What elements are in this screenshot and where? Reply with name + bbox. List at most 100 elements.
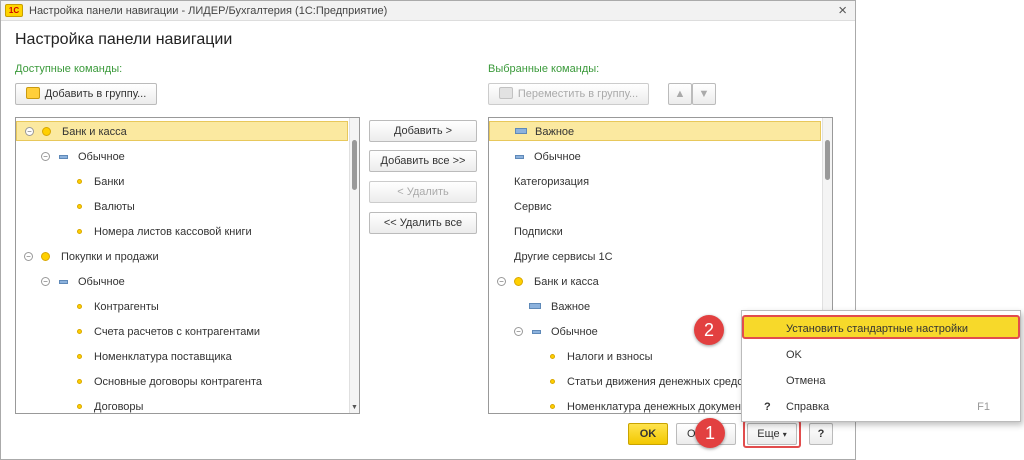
collapse-icon[interactable]: − [514,327,523,336]
add-to-group-icon [25,87,40,99]
move-up-button[interactable]: ▲ [668,83,692,105]
menu-item-help[interactable]: ? Справка F1 [742,395,1020,419]
list-item-label: Подписки [514,226,563,238]
menu-item-cancel[interactable]: Отмена [742,369,1020,393]
move-down-button[interactable]: ▼ [692,83,716,105]
list-item[interactable]: Контрагенты [16,297,348,317]
page-title: Настройка панели навигации [15,31,233,48]
menu-item-label: Установить стандартные настройки [786,323,969,335]
list-item-label: Важное [551,301,591,313]
group-icon [59,280,68,284]
help-button[interactable]: ? [809,423,833,445]
available-commands-list[interactable]: − Банк и касса − Обычное Банки Валюты Но… [15,117,360,414]
list-item[interactable]: Валюты [16,197,348,217]
list-item[interactable]: Номенклатура поставщика [16,347,348,367]
scroll-down-icon[interactable]: ▼ [351,404,358,411]
collapse-icon[interactable]: − [41,277,50,286]
list-item[interactable]: Договоры [16,397,348,413]
menu-item-shortcut: F1 [977,401,990,413]
selected-commands-label: Выбранные команды: [488,63,600,75]
list-item[interactable]: − Покупки и продажи [16,247,348,267]
command-icon [77,354,82,359]
scroll-thumb[interactable] [825,140,830,180]
list-item-label: Счета расчетов с контрагентами [94,326,261,338]
menu-item-label: OK [786,349,802,361]
list-item[interactable]: Номера листов кассовой книги [16,222,348,242]
close-icon[interactable]: × [838,2,847,19]
list-item-label: Банки [94,176,125,188]
list-item-label: Статьи движения денежных средс [567,376,743,388]
more-button[interactable]: Еще ▾ [747,423,797,445]
title-bar: 1С Настройка панели навигации - ЛИДЕР/Бу… [1,1,855,21]
available-scrollbar[interactable]: ▼ [349,118,359,413]
arrow-up-icon: ▲ [674,88,686,100]
list-item-label: Банк и касса [62,126,127,138]
more-label: Еще [757,428,780,440]
list-item-label: Покупки и продажи [61,251,159,263]
collapse-icon[interactable]: − [24,252,33,261]
menu-item-reset-defaults[interactable]: Установить стандартные настройки [742,315,1020,339]
group-icon [515,155,524,159]
list-item[interactable]: Основные договоры контрагента [16,372,348,392]
command-icon [77,329,82,334]
list-item-label: Договоры [94,401,144,413]
move-to-group-icon [498,87,513,99]
annotation-badge-2: 2 [694,315,724,345]
collapse-icon[interactable]: − [497,277,506,286]
important-group-icon [529,303,541,309]
list-item-label: Номенклатура денежных документ [567,401,747,413]
command-icon [77,404,82,409]
list-item-label: Обычное [78,276,125,288]
list-item[interactable]: Важное [489,121,821,141]
list-item[interactable]: Обычное [489,147,821,167]
command-icon [77,379,82,384]
command-icon [77,204,82,209]
more-menu: Установить стандартные настройки OK Отме… [741,310,1021,422]
list-item[interactable]: − Обычное [16,147,348,167]
command-icon [77,179,82,184]
add-all-button[interactable]: Добавить все >> [369,150,477,172]
command-icon [77,304,82,309]
list-item-label: Контрагенты [94,301,159,313]
add-button[interactable]: Добавить > [369,120,477,142]
add-to-group-label: Добавить в группу... [44,88,147,100]
collapse-icon[interactable]: − [41,152,50,161]
list-item-label: Валюты [94,201,135,213]
folder-yellow-icon [514,277,523,286]
collapse-icon[interactable]: − [25,127,34,136]
list-item-label: Банк и касса [534,276,599,288]
list-item[interactable]: Другие сервисы 1С [489,247,821,267]
list-item-label: Обычное [78,151,125,163]
menu-item-label: Справка [786,401,830,413]
list-item[interactable]: Банки [16,172,348,192]
folder-yellow-icon [42,127,51,136]
remove-all-button[interactable]: << Удалить все [369,212,477,234]
list-item[interactable]: − Обычное [16,272,348,292]
add-to-group-button[interactable]: Добавить в группу... [15,83,157,105]
list-item[interactable]: − Банк и касса [16,121,348,141]
command-icon [550,354,555,359]
command-icon [77,229,82,234]
list-item[interactable]: − Банк и касса [489,272,821,292]
list-item[interactable]: Сервис [489,197,821,217]
menu-item-ok[interactable]: OK [742,343,1020,367]
list-item-label: Номенклатура поставщика [94,351,232,363]
dropdown-arrow-icon: ▾ [782,430,787,439]
list-item[interactable]: Счета расчетов с контрагентами [16,322,348,342]
1c-logo-icon: 1С [5,4,23,17]
list-item-label: Обычное [551,326,598,338]
list-item-label: Другие сервисы 1С [514,251,613,263]
list-item[interactable]: Подписки [489,222,821,242]
ok-button[interactable]: OK [628,423,668,445]
command-icon [550,404,555,409]
list-item[interactable]: Категоризация [489,172,821,192]
command-icon [550,379,555,384]
scroll-thumb[interactable] [352,140,357,190]
settings-window: 1С Настройка панели навигации - ЛИДЕР/Бу… [0,0,856,460]
list-item-label: Важное [535,126,575,138]
help-icon: ? [764,401,771,413]
list-item-label: Налоги и взносы [567,351,653,363]
list-item-label: Основные договоры контрагента [94,376,262,388]
remove-button[interactable]: < Удалить [369,181,477,203]
move-to-group-button[interactable]: Переместить в группу... [488,83,649,105]
